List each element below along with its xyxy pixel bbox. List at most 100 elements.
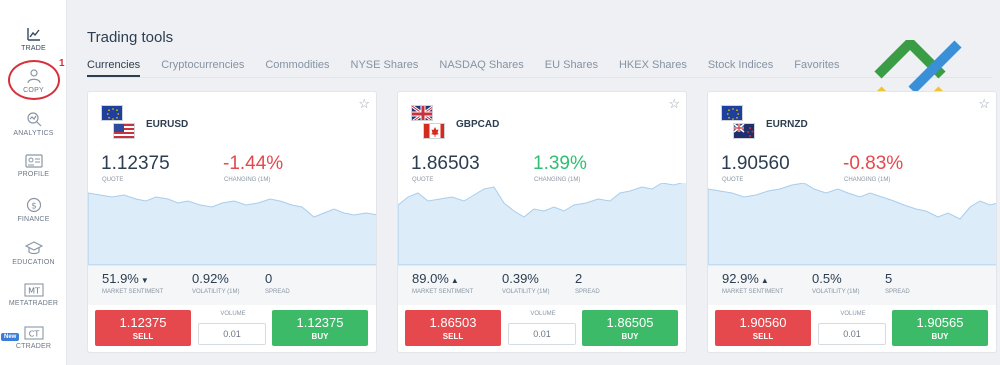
instrument-card-gbpcad[interactable]: ☆ GBPCAD 1.86503 QUOTE 1.39% CHANGING (1… [397, 91, 687, 353]
sentiment-value: 51.9% ▼ [102, 271, 149, 286]
tab-nasdaq-shares[interactable]: NASDAQ Shares [439, 59, 523, 77]
svg-text:$: $ [31, 202, 37, 212]
buy-price: 1.86505 [606, 315, 654, 330]
sentiment-label: MARKET SENTIMENT [722, 289, 784, 295]
buy-button[interactable]: 1.86505 BUY [582, 310, 678, 346]
tab-hkex-shares[interactable]: HKEX Shares [619, 59, 687, 77]
sentiment-label: MARKET SENTIMENT [412, 289, 474, 295]
sidebar-item-analytics[interactable]: ANALYTICS [0, 111, 67, 137]
mt-icon: MT [23, 283, 44, 297]
buy-label: BUY [311, 332, 329, 341]
price-sparkline [88, 192, 376, 265]
currency-flags [101, 105, 137, 141]
sell-button[interactable]: 1.90560 SELL [715, 310, 811, 346]
volume-input[interactable] [198, 323, 266, 345]
sentiment-value: 89.0% ▲ [412, 271, 459, 286]
volatility-label: VOLATILITY (1M) [502, 289, 550, 295]
sidebar-item-profile[interactable]: PROFILE [0, 154, 67, 178]
pair-name: EURNZD [766, 119, 808, 130]
stats-row: 92.9% ▲ MARKET SENTIMENT 0.5% VOLATILITY … [708, 265, 996, 305]
analytics-icon [26, 112, 41, 127]
sidebar-item-label: PROFILE [17, 171, 50, 178]
tabs-divider [87, 77, 992, 78]
down-arrow-icon: ▼ [140, 276, 149, 285]
buy-price: 1.12375 [296, 315, 344, 330]
sell-button[interactable]: 1.12375 SELL [95, 310, 191, 346]
new-badge: New [1, 333, 20, 341]
pair-name: EURUSD [146, 119, 189, 130]
page-title: Trading tools [87, 29, 174, 46]
up-arrow-icon: ▲ [760, 276, 769, 285]
instrument-card-eurnzd[interactable]: ☆ EURNZD 1.90560 QUOTE -0.83% CHANGING (… [707, 91, 997, 353]
chart-line-icon [26, 28, 40, 41]
currency-flags [721, 105, 757, 141]
sidebar-item-trade[interactable]: TRADE [0, 26, 67, 52]
tab-favorites[interactable]: Favorites [794, 59, 839, 77]
sell-price: 1.86503 [429, 315, 477, 330]
tab-nyse-shares[interactable]: NYSE Shares [351, 59, 419, 77]
sell-label: SELL [442, 332, 464, 341]
spread-value: 0 [265, 271, 273, 286]
eu-flag-icon [721, 105, 743, 121]
change-value: 1.39% [533, 153, 587, 174]
sidebar-item-finance[interactable]: $ FINANCE [0, 197, 67, 223]
sell-label: SELL [752, 332, 774, 341]
buy-button[interactable]: 1.12375 BUY [272, 310, 368, 346]
tab-stock-indices[interactable]: Stock Indices [708, 59, 773, 77]
annotation-number: 1 [59, 58, 65, 69]
quote-value: 1.90560 [721, 153, 790, 174]
favorite-star-icon[interactable]: ☆ [668, 96, 680, 112]
favorite-star-icon[interactable]: ☆ [978, 96, 990, 112]
volume-input[interactable] [818, 323, 886, 345]
sidebar-item-label: TRADE [21, 45, 46, 52]
eu-flag-icon [101, 105, 123, 121]
quote-value: 1.12375 [101, 153, 170, 174]
volume-label: VOLUME [530, 311, 556, 317]
spread-value: 5 [885, 271, 893, 286]
instrument-card-eurusd[interactable]: ☆ EURUSD 1.12375 QUOTE -1.44% CHANGING (… [87, 91, 377, 353]
volatility-value: 0.92% [192, 271, 229, 286]
sell-label: SELL [132, 332, 154, 341]
mt-icon-text: MT [28, 287, 40, 296]
sentiment-value: 92.9% ▲ [722, 271, 769, 286]
tab-eu-shares[interactable]: EU Shares [545, 59, 598, 77]
up-arrow-icon: ▲ [450, 276, 459, 285]
sidebar-item-metatrader[interactable]: MT METATRADER [0, 283, 67, 307]
sidebar-item-education[interactable]: EDUCATION [0, 240, 67, 266]
buy-button[interactable]: 1.90565 BUY [892, 310, 988, 346]
sell-price: 1.12375 [119, 315, 167, 330]
category-tabs: Currencies Cryptocurrencies Commodities … [87, 59, 861, 77]
tab-commodities[interactable]: Commodities [265, 59, 329, 77]
volume-label: VOLUME [840, 311, 866, 317]
sidebar-item-label: FINANCE [17, 216, 50, 223]
ct-icon-text: CT [28, 330, 39, 339]
volatility-value: 0.39% [502, 271, 539, 286]
annotation-circle [8, 60, 60, 100]
favorite-star-icon[interactable]: ☆ [358, 96, 370, 112]
profile-card-icon [24, 154, 43, 168]
tab-cryptocurrencies[interactable]: Cryptocurrencies [161, 59, 244, 77]
sell-button[interactable]: 1.86503 SELL [405, 310, 501, 346]
buy-price: 1.90565 [916, 315, 964, 330]
nz-flag-icon [733, 123, 755, 139]
sell-price: 1.90560 [739, 315, 787, 330]
sentiment-label: MARKET SENTIMENT [102, 289, 164, 295]
stats-row: 89.0% ▲ MARKET SENTIMENT 0.39% VOLATILITY… [398, 265, 686, 305]
spread-label: SPREAD [265, 289, 290, 295]
sidebar: TRADE COPY 1 ANALYTICS PROFILE $ FINANCE… [0, 0, 67, 365]
tab-currencies[interactable]: Currencies [87, 59, 141, 77]
ct-icon: CT [23, 326, 44, 340]
stats-row: 51.9% ▼ MARKET SENTIMENT 0.92% VOLATILITY… [88, 265, 376, 305]
sidebar-item-label: EDUCATION [12, 259, 55, 266]
volatility-label: VOLATILITY (1M) [192, 289, 240, 295]
spread-value: 2 [575, 271, 583, 286]
spread-label: SPREAD [575, 289, 600, 295]
buy-label: BUY [621, 332, 639, 341]
volume-input[interactable] [508, 323, 576, 345]
sidebar-item-label: METATRADER [8, 300, 59, 307]
volume-label: VOLUME [220, 311, 246, 317]
change-value: -1.44% [223, 153, 284, 174]
currency-flags [411, 105, 447, 141]
sidebar-item-label: CTRADER [15, 343, 52, 350]
us-flag-icon [113, 123, 135, 139]
